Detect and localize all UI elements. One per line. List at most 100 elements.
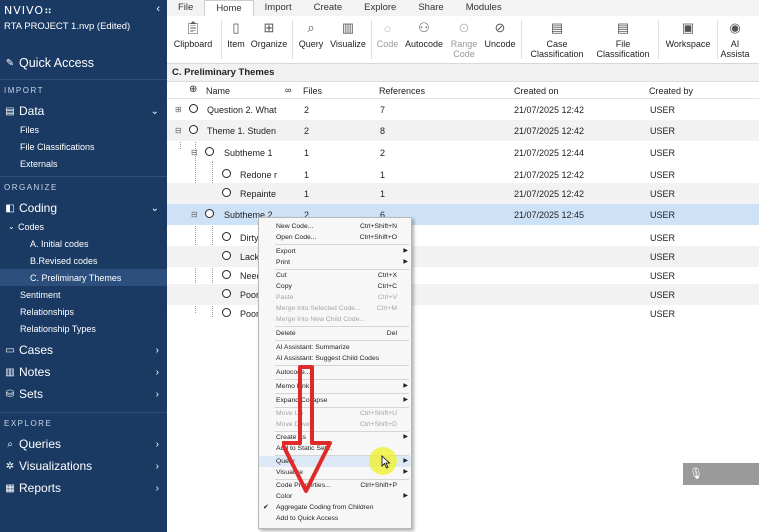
- sidebar-item-preliminary-themes[interactable]: C. Preliminary Themes: [0, 269, 167, 286]
- sidebar-item-initial-codes[interactable]: A. Initial codes: [0, 235, 167, 252]
- column-name[interactable]: Name: [206, 86, 230, 96]
- collapse-icon[interactable]: ⊟: [191, 148, 198, 157]
- sidebar-item-files[interactable]: Files: [0, 121, 167, 138]
- chevron-down-icon[interactable]: ⌄: [151, 106, 159, 117]
- tab-import[interactable]: Import: [254, 0, 303, 16]
- query-button[interactable]: ⌕ Query: [295, 16, 327, 63]
- expand-icon[interactable]: ⊞: [175, 105, 182, 114]
- menu-divider: [275, 244, 409, 245]
- menu-item-merge-selected[interactable]: Merge Into Selected Code... Ctrl+M: [259, 303, 411, 314]
- table-row[interactable]: Repainte 1 1 21/07/2025 12:42 USER: [167, 183, 759, 204]
- column-references[interactable]: References: [379, 86, 425, 96]
- menu-item-cut[interactable]: Cut Ctrl+X: [259, 270, 411, 281]
- table-row[interactable]: Lack USER: [167, 246, 759, 267]
- visualize-button[interactable]: ▥ Visualize: [327, 16, 369, 63]
- menu-item-merge-new[interactable]: Merge Into New Child Code...: [259, 314, 411, 325]
- sidebar-item-file-classifications[interactable]: File Classifications: [0, 138, 167, 155]
- sidebar-item-queries[interactable]: ⌕ Queries ›: [0, 434, 167, 454]
- sidebar-item-coding[interactable]: ◧ Coding ⌄: [0, 198, 167, 218]
- sidebar-item-relationship-types[interactable]: Relationship Types: [0, 320, 167, 337]
- submenu-arrow-icon: ▶: [403, 397, 408, 403]
- table-row[interactable]: Redone r 1 1 21/07/2025 12:42 USER: [167, 164, 759, 185]
- menu-item-new-code[interactable]: New Code... Ctrl+Shift+N: [259, 221, 411, 232]
- menu-item-expand-collapse[interactable]: Expand/Collapse ▶: [259, 395, 411, 406]
- menu-item-code-properties[interactable]: Code Properties... Ctrl+Shift+P: [259, 480, 411, 491]
- table-row[interactable]: Dirty USER: [167, 227, 759, 248]
- menu-item-ai-suggest[interactable]: AI Assistant: Suggest Child Codes: [259, 353, 411, 364]
- menu-item-create-as[interactable]: Create As ▶: [259, 432, 411, 443]
- menu-label: Export: [276, 248, 296, 255]
- table-row[interactable]: ⊟ Theme 1. Studen 2 8 21/07/2025 12:42 U…: [167, 120, 759, 141]
- sidebar-item-codes[interactable]: ⌄ Codes: [0, 218, 167, 235]
- menu-item-paste[interactable]: Paste Ctrl+V: [259, 292, 411, 303]
- range-code-button[interactable]: ⊙ Range Code: [447, 16, 481, 63]
- menu-item-print[interactable]: Print ▶: [259, 257, 411, 268]
- uncode-button[interactable]: ⊘ Uncode: [481, 16, 519, 63]
- column-created-by[interactable]: Created by: [649, 86, 693, 96]
- menu-item-memo-link[interactable]: Memo Link ▶: [259, 381, 411, 392]
- ai-assistant-button[interactable]: ◉ AI Assista: [720, 16, 750, 63]
- sidebar-item-reports[interactable]: ▦ Reports ›: [0, 478, 167, 498]
- tab-modules[interactable]: Modules: [455, 0, 513, 16]
- chevron-right-icon[interactable]: ›: [156, 389, 159, 400]
- item-button[interactable]: ▯ Item: [224, 16, 248, 63]
- chevron-down-icon[interactable]: ⌄: [8, 222, 18, 231]
- file-classification-icon: ▤: [616, 20, 630, 35]
- table-row[interactable]: Poor USER: [167, 284, 759, 305]
- sidebar-item-cases[interactable]: ▭ Cases ›: [0, 340, 167, 360]
- sidebar-item-data[interactable]: ▤ Data ⌄: [0, 101, 167, 121]
- autocode-button[interactable]: ⚇ Autocode: [401, 16, 447, 63]
- tab-create[interactable]: Create: [303, 0, 354, 16]
- tab-home[interactable]: Home: [204, 0, 254, 16]
- chevron-right-icon[interactable]: ›: [156, 461, 159, 472]
- column-files[interactable]: Files: [303, 86, 322, 96]
- sidebar-item-revised-codes[interactable]: B.Revised codes: [0, 252, 167, 269]
- menu-label: Paste: [276, 294, 294, 301]
- column-created-on[interactable]: Created on: [514, 86, 559, 96]
- table-row[interactable]: Neec USER: [167, 265, 759, 286]
- menu-item-color[interactable]: Color ▶: [259, 491, 411, 502]
- workspace-button[interactable]: ▣ Workspace: [661, 16, 715, 63]
- floating-recorder-button[interactable]: 🎙︎: [683, 463, 759, 485]
- menu-item-add-quick-access[interactable]: Add to Quick Access: [259, 513, 411, 524]
- sidebar-item-notes[interactable]: ▥ Notes ›: [0, 362, 167, 382]
- clipboard-button[interactable]: 📋︎ Clipboard: [167, 16, 219, 63]
- tab-share[interactable]: Share: [407, 0, 454, 16]
- menu-item-ai-summarize[interactable]: AI Assistant: Summarize: [259, 342, 411, 353]
- chevron-right-icon[interactable]: ›: [156, 439, 159, 450]
- code-node-icon: [222, 289, 231, 298]
- table-row[interactable]: Poor USER: [167, 303, 759, 324]
- menu-item-export[interactable]: Export ▶: [259, 246, 411, 257]
- sidebar-item-externals[interactable]: Externals: [0, 155, 167, 172]
- sidebar-item-visualizations[interactable]: ✲ Visualizations ›: [0, 456, 167, 476]
- organize-button[interactable]: ⊞ Organize: [248, 16, 290, 63]
- table-row-selected[interactable]: ⊟ Subtheme 2 2 6 21/07/2025 12:45 USER: [167, 204, 759, 225]
- sidebar-item-sets[interactable]: ⛁ Sets ›: [0, 384, 167, 404]
- menu-item-move-up[interactable]: Move Up Ctrl+Shift+U: [259, 408, 411, 419]
- collapse-sidebar-icon[interactable]: ‹: [156, 3, 160, 15]
- chevron-right-icon[interactable]: ›: [156, 483, 159, 494]
- chevron-right-icon[interactable]: ›: [156, 367, 159, 378]
- code-button[interactable]: ○ Code: [374, 16, 401, 63]
- table-row[interactable]: ⊟ Subtheme 1 1 2 21/07/2025 12:44 USER: [167, 142, 759, 163]
- menu-item-delete[interactable]: Delete Del: [259, 328, 411, 339]
- menu-item-aggregate[interactable]: ✔ Aggregate Coding from Children: [259, 502, 411, 513]
- menu-item-copy[interactable]: Copy Ctrl+C: [259, 281, 411, 292]
- tab-explore[interactable]: Explore: [353, 0, 407, 16]
- table-row[interactable]: ⊞ Question 2. What 2 7 21/07/2025 12:42 …: [167, 99, 759, 120]
- collapse-icon[interactable]: ⊟: [175, 126, 182, 135]
- file-classification-button[interactable]: ▤ File Classification: [590, 16, 656, 63]
- sidebar-item-sentiment[interactable]: Sentiment: [0, 286, 167, 303]
- button-label: Code: [453, 49, 475, 59]
- menu-item-autocode[interactable]: Autocode...: [259, 367, 411, 378]
- case-classification-button[interactable]: ▤ Case Classification: [524, 16, 590, 63]
- menu-item-move-down[interactable]: Move Down Ctrl+Shift+D: [259, 419, 411, 430]
- collapse-icon[interactable]: ⊟: [191, 210, 198, 219]
- tab-file[interactable]: File: [167, 0, 204, 16]
- menu-item-open-code[interactable]: Open Code... Ctrl+Shift+O: [259, 232, 411, 243]
- chevron-down-icon[interactable]: ⌄: [151, 203, 159, 214]
- sidebar-item-relationships[interactable]: Relationships: [0, 303, 167, 320]
- menu-label: New Code...: [276, 223, 314, 230]
- sidebar-item-quick-access[interactable]: ✎ Quick Access: [0, 51, 167, 75]
- chevron-right-icon[interactable]: ›: [156, 345, 159, 356]
